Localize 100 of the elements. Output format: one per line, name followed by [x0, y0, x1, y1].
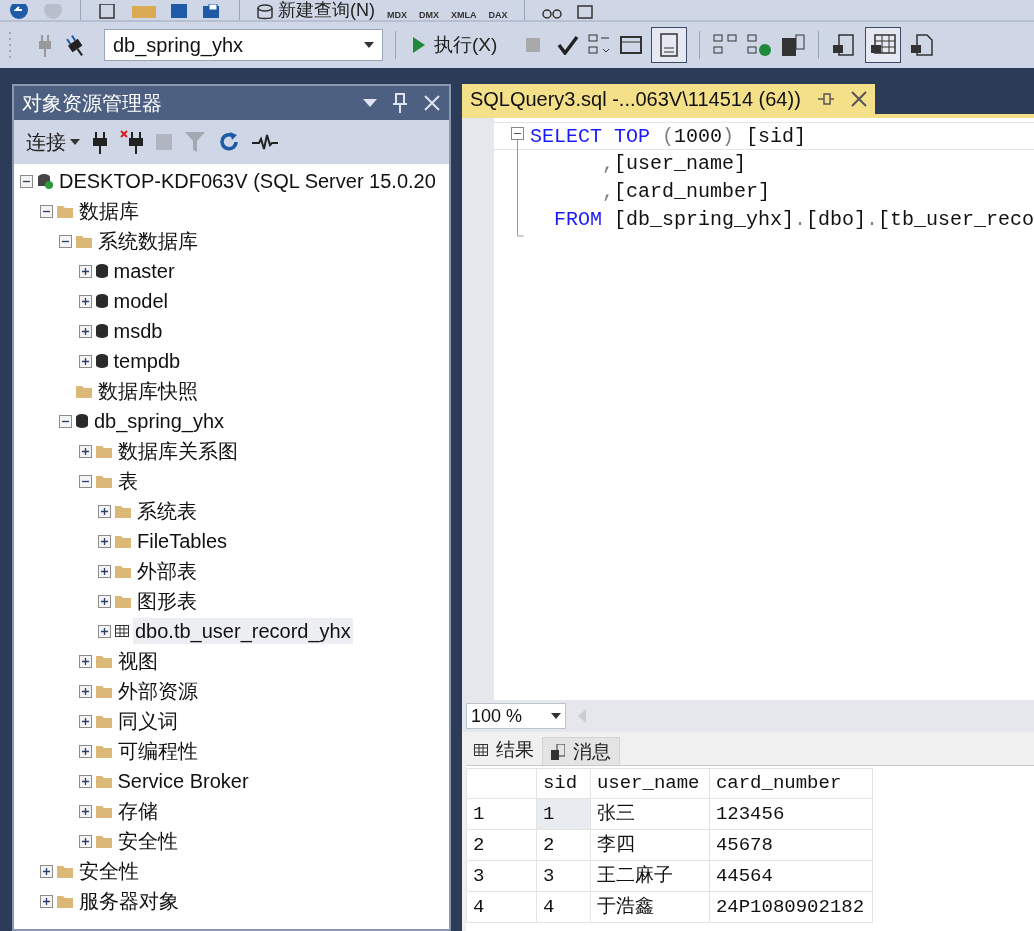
- expand-icon[interactable]: [78, 654, 92, 668]
- expand-icon[interactable]: [78, 294, 92, 308]
- zoom-dropdown[interactable]: 100 %: [465, 703, 566, 729]
- row-number[interactable]: 4: [466, 891, 537, 923]
- connect-button[interactable]: 连接: [26, 127, 80, 157]
- expand-icon[interactable]: [78, 264, 92, 278]
- collapse-icon[interactable]: [20, 174, 33, 188]
- expand-icon[interactable]: [78, 714, 92, 728]
- tree-item[interactable]: 数据库: [76, 198, 141, 224]
- tree-item[interactable]: 安全性: [115, 828, 180, 854]
- tree-item[interactable]: 同义词: [115, 708, 180, 734]
- row-number[interactable]: 2: [466, 829, 537, 861]
- tree-item[interactable]: DESKTOP-KDF063V (SQL Server 15.0.20: [57, 168, 438, 194]
- column-header[interactable]: sid: [536, 768, 591, 799]
- tree-item[interactable]: 数据库关系图: [115, 438, 240, 464]
- expand-icon[interactable]: [98, 624, 111, 638]
- row-number[interactable]: 3: [466, 860, 537, 892]
- expand-icon[interactable]: [98, 564, 111, 578]
- collapse-icon[interactable]: [59, 234, 72, 248]
- tree-item[interactable]: 数据库快照: [96, 378, 200, 404]
- database-dropdown[interactable]: db_spring_yhx: [104, 29, 383, 61]
- tree-item[interactable]: 可编程性: [115, 738, 200, 764]
- collapse-icon[interactable]: [78, 474, 92, 488]
- activity-monitor-icon[interactable]: [252, 133, 278, 151]
- query-type-button[interactable]: DAX: [488, 10, 508, 20]
- close-icon[interactable]: [850, 91, 867, 107]
- table-cell[interactable]: 24P1080902182: [709, 891, 873, 923]
- dropdown-arrow-icon[interactable]: [362, 99, 377, 107]
- window-icon[interactable]: [619, 34, 644, 56]
- tree-item[interactable]: db_spring_yhx: [92, 408, 227, 434]
- table-cell[interactable]: 44564: [709, 860, 873, 892]
- expand-icon[interactable]: [78, 354, 92, 368]
- tree-item[interactable]: 外部资源: [115, 678, 200, 704]
- table-cell[interactable]: 李四: [590, 829, 710, 861]
- execute-button[interactable]: 执行(X): [408, 30, 502, 60]
- query-type-button[interactable]: MDX: [387, 10, 407, 20]
- plan-check-icon[interactable]: [746, 33, 773, 57]
- tab-title: SQLQuery3.sql -...063V\114514 (64)): [469, 87, 801, 112]
- column-header[interactable]: card_number: [709, 768, 873, 799]
- results-to-grid-icon[interactable]: [865, 27, 902, 63]
- table-cell[interactable]: 王二麻子: [590, 860, 710, 892]
- expand-icon[interactable]: [78, 834, 92, 848]
- expand-icon[interactable]: [98, 594, 111, 608]
- query-type-button[interactable]: DMX: [419, 10, 439, 20]
- tree-item[interactable]: 安全性: [76, 858, 141, 884]
- table-cell[interactable]: 于浩鑫: [590, 891, 710, 923]
- checkmark-icon[interactable]: [557, 35, 580, 55]
- collapse-icon[interactable]: [59, 414, 72, 428]
- collapse-icon[interactable]: [39, 204, 53, 218]
- code-line: SELECT TOP (1000) [sid]: [493, 122, 1034, 150]
- expand-icon[interactable]: [78, 804, 92, 818]
- tree-item[interactable]: 视图: [115, 648, 160, 674]
- tree-item[interactable]: dbo.tb_user_record_yhx: [133, 618, 353, 644]
- tree-item[interactable]: 存储: [115, 798, 160, 824]
- expand-icon[interactable]: [78, 684, 92, 698]
- column-header[interactable]: user_name: [590, 768, 710, 799]
- expand-icon[interactable]: [98, 534, 111, 548]
- back-icon[interactable]: [8, 4, 30, 20]
- table-cell[interactable]: 1: [536, 798, 591, 830]
- table-cell[interactable]: 123456: [709, 798, 873, 830]
- tree-item[interactable]: 图形表: [135, 588, 199, 614]
- zoom-level: 100 %: [470, 704, 522, 728]
- tree-item[interactable]: 外部表: [135, 558, 199, 584]
- expand-icon[interactable]: [39, 894, 53, 908]
- results-to-file-icon[interactable]: [909, 33, 936, 57]
- new-query-button[interactable]: 新建查询(N): [256, 0, 375, 20]
- grid-icon: [473, 744, 488, 756]
- table-cell[interactable]: 45678: [709, 829, 873, 861]
- tree-item[interactable]: master: [111, 258, 177, 284]
- table-cell[interactable]: 4: [536, 891, 591, 923]
- table-cell[interactable]: 2: [536, 829, 591, 861]
- row-number[interactable]: 1: [466, 798, 537, 830]
- fold-marker-icon[interactable]: [510, 126, 525, 238]
- expand-icon[interactable]: [39, 864, 53, 878]
- document-tab[interactable]: SQLQuery3.sql -...063V\114514 (64)): [461, 84, 875, 114]
- expand-icon[interactable]: [78, 774, 92, 788]
- plug-icon[interactable]: [92, 130, 108, 154]
- tree-item[interactable]: model: [111, 288, 170, 314]
- tree-item[interactable]: 表: [115, 468, 140, 494]
- expand-icon[interactable]: [78, 324, 92, 338]
- query-type-button[interactable]: XMLA: [451, 10, 477, 20]
- tree-item[interactable]: 系统表: [135, 498, 199, 524]
- database-name: db_spring_yhx: [113, 33, 244, 59]
- pin-icon[interactable]: [816, 92, 835, 106]
- tree-item[interactable]: 服务器对象: [76, 888, 181, 914]
- disconnect-icon[interactable]: [120, 130, 144, 154]
- tree-item[interactable]: 系统数据库: [96, 228, 200, 254]
- table-cell[interactable]: 3: [536, 860, 591, 892]
- tree-item[interactable]: msdb: [111, 318, 165, 344]
- expand-icon[interactable]: [78, 744, 92, 758]
- tree-item[interactable]: Service Broker: [115, 768, 251, 794]
- results-to-text-icon[interactable]: [651, 27, 688, 63]
- expand-icon[interactable]: [78, 444, 92, 458]
- table-cell[interactable]: 张三: [590, 798, 710, 830]
- refresh-icon[interactable]: [218, 131, 240, 153]
- server-icon: [37, 173, 53, 189]
- tree-item[interactable]: tempdb: [111, 348, 183, 374]
- expand-icon[interactable]: [98, 504, 111, 518]
- results-tab[interactable]: 消息: [541, 737, 620, 767]
- tree-item[interactable]: FileTables: [135, 528, 230, 554]
